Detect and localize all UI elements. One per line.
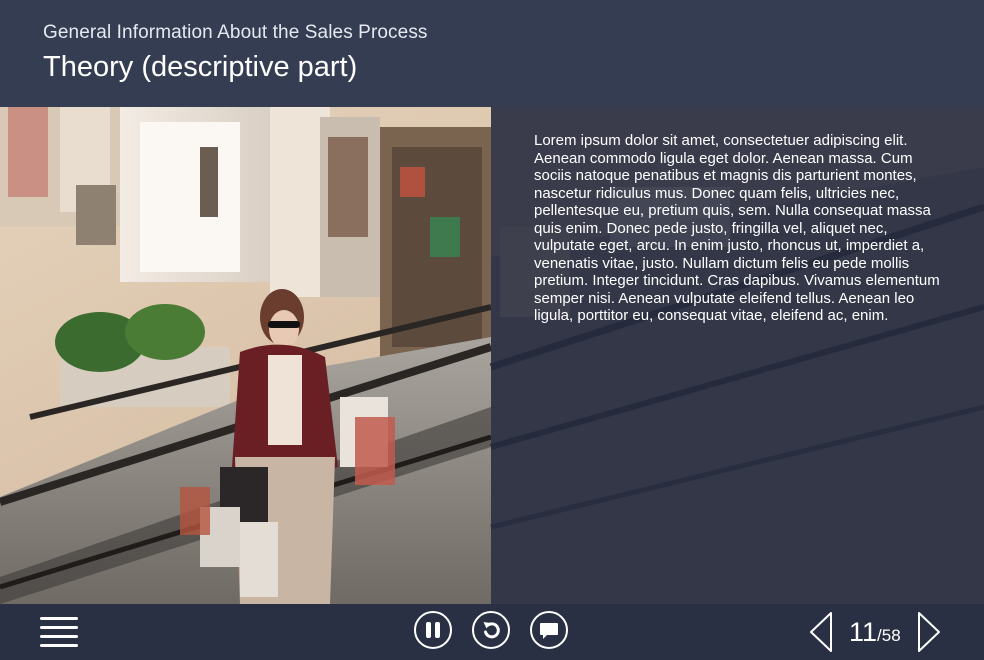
header-bar: General Information About the Sales Proc… bbox=[0, 0, 984, 107]
pause-icon bbox=[426, 622, 440, 638]
page-counter: 11/58 bbox=[849, 617, 901, 648]
replay-icon bbox=[483, 622, 500, 639]
replay-button[interactable] bbox=[472, 611, 510, 649]
hamburger-menu-icon[interactable] bbox=[40, 615, 78, 649]
body-paragraph: Lorem ipsum dolor sit amet, consectetuer… bbox=[534, 132, 940, 324]
chevron-right-icon[interactable] bbox=[916, 611, 942, 653]
pause-button[interactable] bbox=[414, 611, 452, 649]
comment-icon bbox=[540, 623, 558, 639]
current-page: 11 bbox=[849, 617, 878, 647]
comment-button[interactable] bbox=[530, 611, 568, 649]
chevron-left-icon[interactable] bbox=[808, 611, 834, 653]
player-controls-bar: 11/58 bbox=[0, 604, 984, 660]
course-subtitle: General Information About the Sales Proc… bbox=[43, 22, 428, 43]
slide-title: Theory (descriptive part) bbox=[43, 51, 358, 83]
total-pages: 58 bbox=[881, 626, 901, 645]
